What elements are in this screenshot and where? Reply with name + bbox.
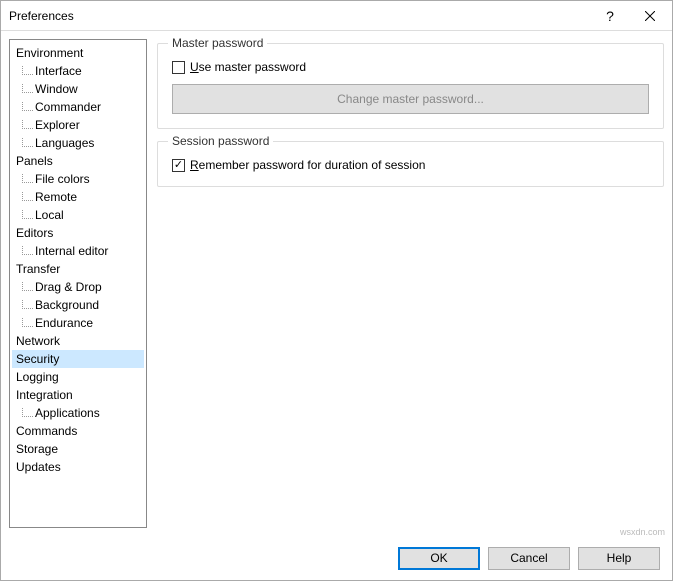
tree-item-environment[interactable]: Environment [12,44,144,62]
tree-item-network[interactable]: Network [12,332,144,350]
tree-item-remote[interactable]: Remote [12,188,144,206]
group-title: Session password [168,134,273,148]
dialog-footer: OK Cancel Help [1,536,672,580]
tree-item-window[interactable]: Window [12,80,144,98]
titlebar: Preferences ? [1,1,672,31]
tree-item-commands[interactable]: Commands [12,422,144,440]
tree-item-background[interactable]: Background [12,296,144,314]
window-title: Preferences [9,9,590,23]
category-tree[interactable]: EnvironmentInterfaceWindowCommanderExplo… [9,39,147,528]
remember-session-password-label: Remember password for duration of sessio… [190,158,425,172]
tree-item-updates[interactable]: Updates [12,458,144,476]
tree-item-endurance[interactable]: Endurance [12,314,144,332]
settings-panel: Master password Use master password Chan… [157,39,664,528]
tree-item-integration[interactable]: Integration [12,386,144,404]
tree-item-logging[interactable]: Logging [12,368,144,386]
tree-item-panels[interactable]: Panels [12,152,144,170]
tree-item-commander[interactable]: Commander [12,98,144,116]
close-icon[interactable] [630,2,670,30]
tree-item-storage[interactable]: Storage [12,440,144,458]
change-master-password-button[interactable]: Change master password... [172,84,649,114]
help-icon[interactable]: ? [590,2,630,30]
remember-session-password-row[interactable]: Remember password for duration of sessio… [172,158,649,172]
tree-item-editors[interactable]: Editors [12,224,144,242]
remember-session-password-checkbox[interactable] [172,159,185,172]
help-button[interactable]: Help [578,547,660,570]
tree-item-transfer[interactable]: Transfer [12,260,144,278]
tree-item-interface[interactable]: Interface [12,62,144,80]
ok-button[interactable]: OK [398,547,480,570]
tree-item-applications[interactable]: Applications [12,404,144,422]
preferences-dialog: Preferences ? EnvironmentInterfaceWindow… [0,0,673,581]
cancel-button[interactable]: Cancel [488,547,570,570]
group-title: Master password [168,36,267,50]
use-master-password-checkbox[interactable] [172,61,185,74]
master-password-group: Master password Use master password Chan… [157,43,664,129]
tree-item-explorer[interactable]: Explorer [12,116,144,134]
tree-item-drag-drop[interactable]: Drag & Drop [12,278,144,296]
session-password-group: Session password Remember password for d… [157,141,664,187]
dialog-body: EnvironmentInterfaceWindowCommanderExplo… [1,31,672,536]
tree-item-local[interactable]: Local [12,206,144,224]
tree-item-security[interactable]: Security [12,350,144,368]
use-master-password-row[interactable]: Use master password [172,60,649,74]
tree-item-languages[interactable]: Languages [12,134,144,152]
tree-item-internal-editor[interactable]: Internal editor [12,242,144,260]
use-master-password-label: Use master password [190,60,306,74]
tree-item-file-colors[interactable]: File colors [12,170,144,188]
